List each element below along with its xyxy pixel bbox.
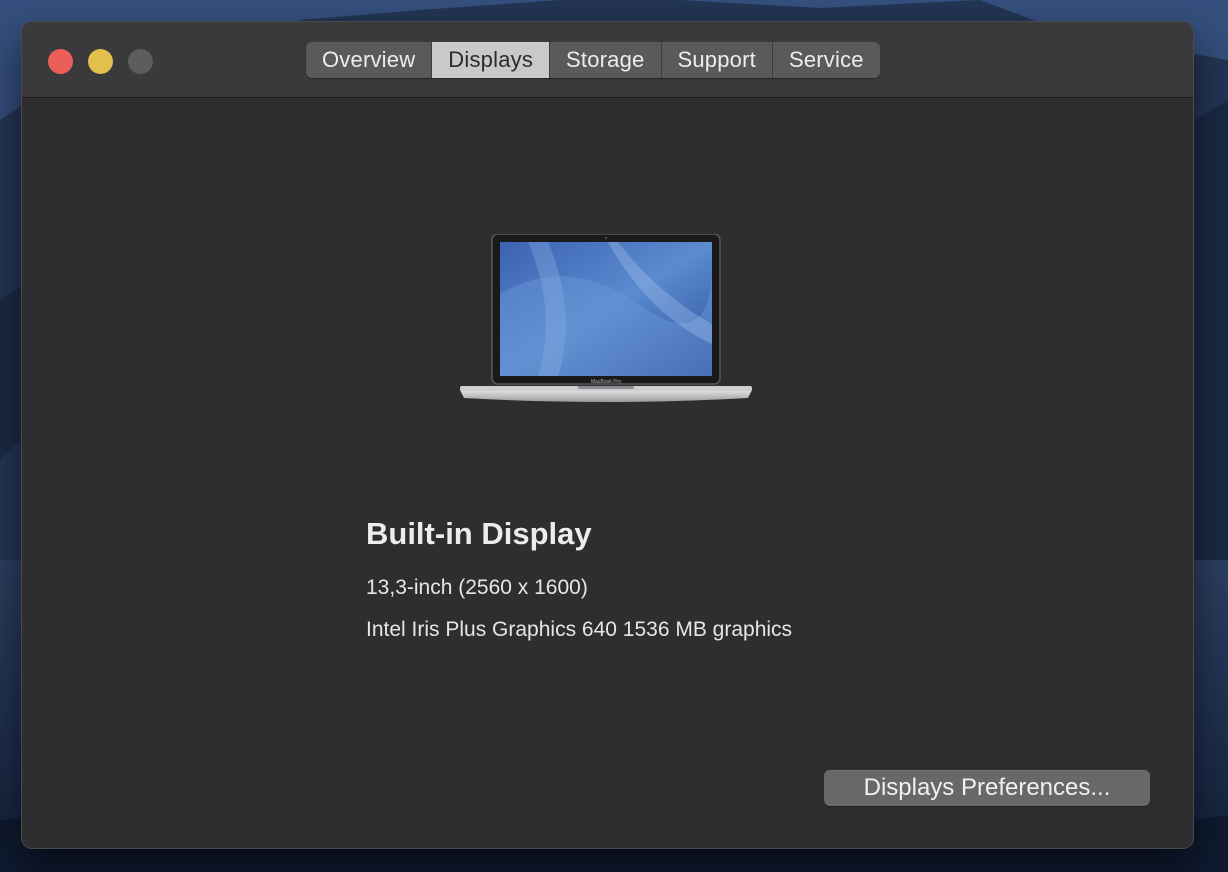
tab-service[interactable]: Service (773, 42, 880, 78)
zoom-icon (128, 49, 153, 74)
title-bar[interactable]: Overview Displays Storage Support Servic… (22, 22, 1193, 98)
display-title: Built-in Display (366, 516, 592, 551)
graphics-info: Intel Iris Plus Graphics 640 1536 MB gra… (366, 618, 793, 641)
laptop-icon: MacBook Pro (458, 233, 754, 419)
minimize-icon[interactable] (88, 49, 113, 74)
tab-displays[interactable]: Displays (432, 42, 551, 78)
tab-storage[interactable]: Storage (550, 42, 662, 78)
close-icon[interactable] (48, 49, 73, 74)
display-size-resolution: 13,3-inch (2560 x 1600) (366, 576, 588, 599)
displays-preferences-button[interactable]: Displays Preferences... (824, 770, 1150, 806)
displays-panel: MacBook Pro Built-in Display 13,3-inch (… (22, 98, 1193, 848)
tab-overview[interactable]: Overview (306, 42, 433, 78)
laptop-logo: MacBook Pro (591, 379, 621, 385)
tab-bar: Overview Displays Storage Support Servic… (306, 42, 880, 78)
about-this-mac-window: Overview Displays Storage Support Servic… (22, 22, 1193, 848)
display-info: Built-in Display 13,3-inch (2560 x 1600)… (366, 516, 792, 641)
tab-support[interactable]: Support (662, 42, 773, 78)
